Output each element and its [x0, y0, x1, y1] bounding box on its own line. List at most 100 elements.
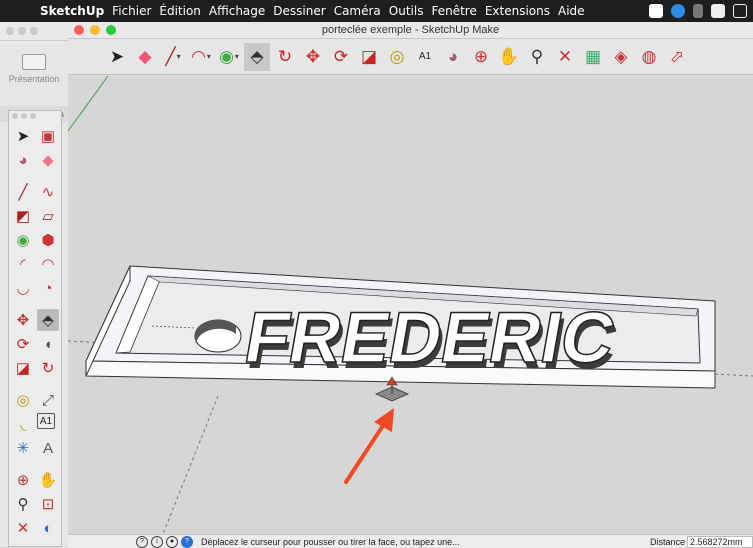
close-dot-icon[interactable]	[6, 27, 14, 35]
3d-text-icon[interactable]: A	[37, 437, 59, 459]
menu-dessiner[interactable]: Dessiner	[273, 4, 333, 18]
app-status-icon[interactable]	[649, 4, 663, 18]
presentation-button[interactable]: Présentation	[4, 46, 64, 94]
tape-measure-icon[interactable]: ◎	[384, 43, 410, 71]
orbit-icon[interactable]: ⊕	[12, 469, 34, 491]
rotate-icon[interactable]: ⟳	[328, 43, 354, 71]
move-icon[interactable]: ✥	[300, 43, 326, 71]
annotation-arrow	[344, 408, 394, 484]
help-icon[interactable]: ?	[181, 535, 193, 548]
text-icon[interactable]: A1	[412, 43, 438, 71]
rotate-icon[interactable]: ⟳	[12, 333, 34, 355]
warehouse-icon[interactable]: ▦	[580, 43, 606, 71]
menu-fenetre[interactable]: Fenêtre	[431, 4, 484, 18]
sketchup-main-window: porteclée exemple - SketchUp Make ➤ ◆ ╱ …	[68, 22, 753, 548]
move-icon[interactable]: ✥	[12, 309, 34, 331]
menu-fichier[interactable]: Fichier	[112, 4, 159, 18]
pan-icon[interactable]: ✋	[37, 469, 59, 491]
palette-window-controls	[9, 111, 61, 123]
shapes-icon[interactable]: ◉	[216, 43, 242, 71]
follow-me-icon[interactable]: ◖	[37, 333, 59, 355]
menubar-extras	[649, 4, 753, 18]
engraved-text-group[interactable]: FREDERIC FREDERIC	[238, 297, 624, 384]
menu-affichage[interactable]: Affichage	[209, 4, 273, 18]
dimension-icon[interactable]: ⤢	[37, 389, 59, 411]
menu-extensions[interactable]: Extensions	[485, 4, 558, 18]
measurements-field[interactable]: 2.568272mm	[687, 535, 753, 548]
arc-icon[interactable]: ◜	[12, 253, 34, 275]
pan-icon[interactable]: ✋	[496, 43, 522, 71]
push-pull-icon[interactable]: ⬘	[244, 42, 270, 71]
three-point-arc-icon[interactable]: ◡	[12, 277, 34, 299]
panel-window-controls	[0, 22, 68, 41]
paint-bucket-icon[interactable]: ◕	[12, 149, 34, 171]
zoom-icon[interactable]: ⚲	[12, 493, 34, 515]
previous-view-icon[interactable]: ◐	[37, 517, 59, 539]
share-icon[interactable]: ⬀	[664, 43, 690, 71]
green-axis-dashed	[162, 395, 219, 534]
measurements-label: Distance	[649, 536, 685, 547]
five-icon[interactable]	[733, 4, 747, 18]
select-icon[interactable]: ➤	[104, 43, 130, 71]
line-icon[interactable]: ╱	[160, 43, 186, 71]
minimize-dot-icon[interactable]	[18, 27, 26, 35]
status-bar: ? i ● ? Déplacez le curseur pour pousser…	[68, 534, 753, 548]
menu-camera[interactable]: Caméra	[334, 4, 389, 18]
polygon-icon[interactable]: ⬢	[37, 229, 59, 251]
zoom-window-icon[interactable]: ⊡	[37, 493, 59, 515]
two-point-arc-icon[interactable]: ◠	[37, 253, 59, 275]
menu-outils[interactable]: Outils	[389, 4, 432, 18]
orbit-icon[interactable]: ⊕	[468, 43, 494, 71]
menu-edition[interactable]: Édition	[159, 4, 209, 18]
scale-icon[interactable]: ◪	[12, 357, 34, 379]
rectangle-icon[interactable]: ◩	[12, 205, 34, 227]
offset-icon[interactable]: ↻	[272, 43, 298, 71]
menu-sketchup[interactable]: SketchUp	[40, 4, 112, 18]
menu-aide[interactable]: Aide	[558, 4, 593, 18]
arc-icon[interactable]: ◠	[188, 43, 214, 71]
scale-icon[interactable]: ◪	[356, 43, 382, 71]
mac-menu-bar: SketchUp Fichier Édition Affichage Dessi…	[0, 0, 753, 22]
info-icon[interactable]: i	[151, 535, 163, 548]
eraser-icon[interactable]: ◆	[37, 149, 59, 171]
tape-measure-icon[interactable]: ◎	[12, 389, 34, 411]
zoom-dot-icon[interactable]	[30, 27, 38, 35]
3d-viewport[interactable]: FREDERIC FREDERIC	[68, 76, 753, 534]
feather-icon[interactable]	[693, 4, 703, 18]
offset-icon[interactable]: ↻	[37, 357, 59, 379]
minimize-dot-icon[interactable]	[21, 113, 27, 119]
twitter-icon[interactable]	[671, 4, 685, 18]
dropbox-icon[interactable]	[711, 4, 725, 18]
presentation-icon	[22, 54, 46, 70]
zoom-extents-icon[interactable]: ✕	[12, 517, 34, 539]
zoom-icon[interactable]: ⚲	[524, 43, 550, 71]
presentation-label: Présentation	[8, 74, 60, 84]
layout-icon[interactable]: ◍	[636, 43, 662, 71]
geolocation-icon[interactable]: ?	[136, 535, 148, 548]
make-component-icon[interactable]: ▣	[37, 125, 59, 147]
rotated-rectangle-icon[interactable]: ▱	[37, 205, 59, 227]
green-axis	[68, 76, 109, 132]
freehand-icon[interactable]: ∿	[37, 181, 59, 203]
scene-drawing: FREDERIC FREDERIC	[68, 76, 753, 534]
zoom-extents-icon[interactable]: ✕	[552, 43, 578, 71]
extension-warehouse-icon[interactable]: ◈	[608, 43, 634, 71]
close-dot-icon[interactable]	[12, 113, 18, 119]
status-icons: ? i ● ?	[68, 535, 193, 548]
eraser-icon[interactable]: ◆	[132, 43, 158, 71]
window-title: porteclée exemple - SketchUp Make	[321, 24, 500, 36]
user-icon[interactable]: ●	[166, 535, 178, 548]
circle-icon[interactable]: ◉	[12, 229, 34, 251]
large-tool-set-palette: ➤ ▣ ◕ ◆ ╱ ∿ ◩ ▱ ◉ ⬢ ◜ ◠ ◡ ◔ ✥ ⬘ ⟳ ◖ ◪ ↻ …	[8, 110, 62, 547]
text-icon[interactable]: A1	[37, 413, 55, 429]
line-icon[interactable]: ╱	[12, 181, 34, 203]
zoom-dot-icon[interactable]	[30, 113, 36, 119]
window-title-bar: porteclée exemple - SketchUp Make	[68, 22, 753, 39]
protractor-icon[interactable]: ◟	[12, 413, 34, 435]
paint-bucket-icon[interactable]: ◕	[440, 43, 466, 71]
pie-icon[interactable]: ◔	[37, 277, 59, 299]
engraved-text: FREDERIC	[239, 297, 621, 377]
push-pull-icon[interactable]: ⬘	[37, 309, 59, 331]
axes-icon[interactable]: ✳	[12, 437, 34, 459]
select-icon[interactable]: ➤	[12, 125, 34, 147]
